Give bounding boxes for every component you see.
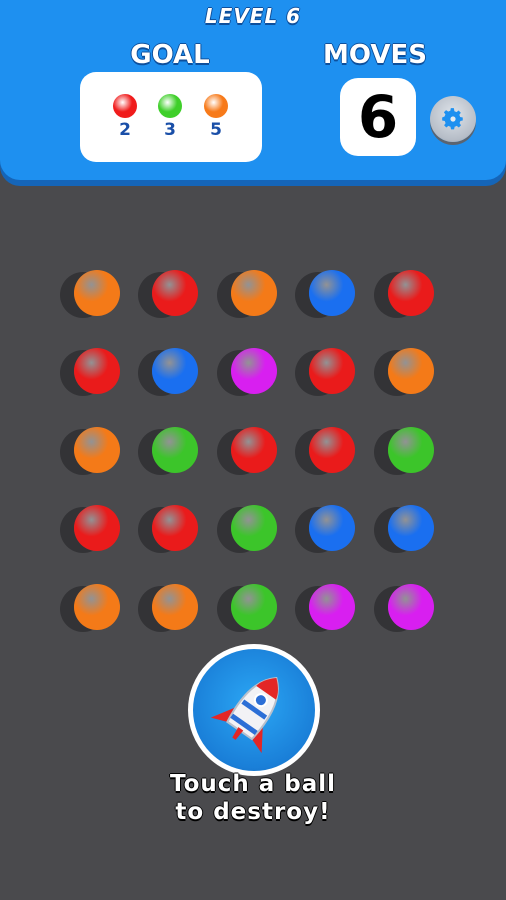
ball-purple[interactable] [388, 584, 434, 630]
ball-red[interactable] [74, 348, 120, 394]
ball-red[interactable] [309, 348, 355, 394]
instruction-text: Touch a ball to destroy! [0, 770, 506, 826]
ball-orange[interactable] [74, 584, 120, 630]
ball-red[interactable] [309, 427, 355, 473]
ball-purple[interactable] [231, 348, 277, 394]
ball-blue[interactable] [152, 348, 198, 394]
ball-blue[interactable] [388, 505, 434, 551]
ball-blue[interactable] [309, 505, 355, 551]
ball-orange[interactable] [74, 427, 120, 473]
ball-orange[interactable] [231, 270, 277, 316]
ball-orange[interactable] [388, 348, 434, 394]
ball-red[interactable] [388, 270, 434, 316]
ball-red[interactable] [74, 505, 120, 551]
ball-green[interactable] [152, 427, 198, 473]
ball-green[interactable] [388, 427, 434, 473]
instruction-line-1: Touch a ball [169, 771, 337, 797]
rocket-powerup-button[interactable] [188, 644, 320, 776]
ball-red[interactable] [152, 505, 198, 551]
ball-blue[interactable] [309, 270, 355, 316]
ball-green[interactable] [231, 584, 277, 630]
ball-red[interactable] [231, 427, 277, 473]
instruction-line-2: to destroy! [175, 799, 331, 825]
rocket-icon [210, 677, 279, 754]
ball-purple[interactable] [309, 584, 355, 630]
ball-orange[interactable] [152, 584, 198, 630]
ball-green[interactable] [231, 505, 277, 551]
ball-red[interactable] [152, 270, 198, 316]
ball-orange[interactable] [74, 270, 120, 316]
